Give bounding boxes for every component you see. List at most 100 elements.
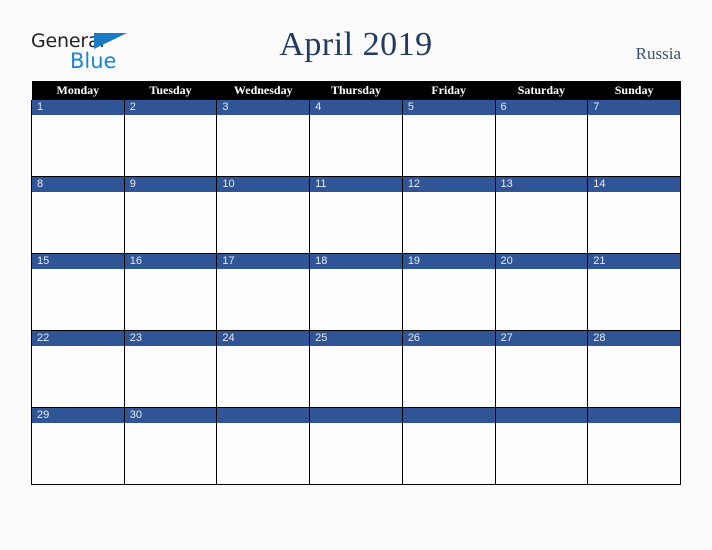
day-note-area[interactable] [125, 192, 217, 253]
calendar-day-cell[interactable]: 8 [31, 176, 125, 254]
day-number: 13 [495, 177, 588, 192]
day-number: 29 [32, 408, 124, 423]
calendar-day-cell[interactable]: 2 [123, 100, 218, 177]
day-note-area[interactable] [403, 423, 495, 484]
day-note-area[interactable] [125, 115, 217, 176]
day-number: 28 [588, 331, 680, 346]
day-note-area[interactable] [125, 423, 217, 484]
day-number: 23 [124, 331, 217, 346]
day-number [588, 408, 680, 423]
calendar-day-cell[interactable]: 3 [216, 100, 311, 177]
page-header: General Blue April 2019 Russia [0, 0, 712, 80]
day-note-area[interactable] [310, 192, 402, 253]
weekday-header-saturday: Saturday [495, 81, 588, 100]
day-note-area[interactable] [32, 423, 124, 484]
day-note-area[interactable] [588, 423, 680, 484]
calendar-day-cell[interactable]: 28 [587, 330, 681, 408]
calendar-day-cell[interactable]: 9 [123, 176, 218, 254]
day-note-area[interactable] [588, 192, 680, 253]
day-number: 12 [402, 177, 495, 192]
calendar-day-cell[interactable]: 6 [494, 100, 589, 177]
calendar-day-cell[interactable]: 29 [31, 407, 125, 485]
day-number [310, 408, 402, 423]
calendar-day-cell-empty[interactable] [309, 407, 403, 485]
day-note-area[interactable] [403, 269, 495, 330]
weekday-header-row: Monday Tuesday Wednesday Thursday Friday… [31, 81, 681, 100]
day-note-area[interactable] [32, 346, 124, 407]
day-note-area[interactable] [403, 115, 495, 176]
calendar-day-cell[interactable]: 13 [494, 176, 589, 254]
day-note-area[interactable] [32, 115, 124, 176]
day-number: 21 [588, 254, 680, 269]
calendar-day-cell[interactable]: 16 [123, 253, 218, 331]
day-note-area[interactable] [217, 115, 309, 176]
calendar-week-row: 8 9 10 11 12 13 14 [31, 176, 681, 254]
calendar-day-cell[interactable]: 15 [31, 253, 125, 331]
calendar-day-cell[interactable]: 11 [309, 176, 403, 254]
calendar-day-cell[interactable]: 10 [216, 176, 311, 254]
calendar-day-cell-empty[interactable] [587, 407, 681, 485]
day-note-area[interactable] [496, 115, 588, 176]
calendar-week-row: 22 23 24 25 26 27 28 [31, 330, 681, 408]
day-note-area[interactable] [496, 269, 588, 330]
day-note-area[interactable] [310, 115, 402, 176]
calendar-day-cell[interactable]: 22 [31, 330, 125, 408]
calendar-day-cell[interactable]: 23 [123, 330, 218, 408]
day-number: 10 [217, 177, 310, 192]
day-number: 20 [495, 254, 588, 269]
calendar-day-cell[interactable]: 17 [216, 253, 311, 331]
calendar-day-cell-empty[interactable] [494, 407, 589, 485]
calendar-day-cell[interactable]: 26 [401, 330, 496, 408]
day-note-area[interactable] [217, 192, 309, 253]
calendar-day-cell[interactable]: 5 [401, 100, 496, 177]
calendar-day-cell[interactable]: 30 [123, 407, 218, 485]
day-note-area[interactable] [496, 346, 588, 407]
day-note-area[interactable] [310, 346, 402, 407]
calendar-day-cell[interactable]: 14 [587, 176, 681, 254]
weekday-header-wednesday: Wednesday [216, 81, 310, 100]
day-note-area[interactable] [496, 192, 588, 253]
calendar-day-cell[interactable]: 20 [494, 253, 589, 331]
day-note-area[interactable] [588, 269, 680, 330]
calendar-day-cell[interactable]: 21 [587, 253, 681, 331]
day-number: 19 [402, 254, 495, 269]
day-note-area[interactable] [403, 192, 495, 253]
page-title: April 2019 [279, 26, 433, 63]
calendar-day-cell-empty[interactable] [216, 407, 311, 485]
calendar-day-cell[interactable]: 25 [309, 330, 403, 408]
day-number: 4 [310, 100, 402, 115]
day-note-area[interactable] [125, 346, 217, 407]
calendar-day-cell[interactable]: 18 [309, 253, 403, 331]
day-number: 30 [124, 408, 217, 423]
day-note-area[interactable] [32, 192, 124, 253]
day-note-area[interactable] [588, 115, 680, 176]
calendar-week-row: 29 30 [31, 407, 681, 485]
calendar-day-cell-empty[interactable] [401, 407, 496, 485]
calendar-day-cell[interactable]: 27 [494, 330, 589, 408]
day-number: 2 [124, 100, 217, 115]
day-number: 8 [32, 177, 124, 192]
day-note-area[interactable] [496, 423, 588, 484]
day-number: 24 [217, 331, 310, 346]
day-note-area[interactable] [588, 346, 680, 407]
weekday-header-monday: Monday [31, 81, 125, 100]
day-note-area[interactable] [217, 269, 309, 330]
day-number: 27 [495, 331, 588, 346]
day-number: 17 [217, 254, 310, 269]
day-number: 6 [495, 100, 588, 115]
day-number: 7 [588, 100, 680, 115]
day-note-area[interactable] [217, 423, 309, 484]
day-note-area[interactable] [32, 269, 124, 330]
day-note-area[interactable] [310, 423, 402, 484]
day-note-area[interactable] [217, 346, 309, 407]
calendar-day-cell[interactable]: 7 [587, 100, 681, 177]
day-note-area[interactable] [310, 269, 402, 330]
calendar-day-cell[interactable]: 12 [401, 176, 496, 254]
day-note-area[interactable] [403, 346, 495, 407]
calendar-day-cell[interactable]: 24 [216, 330, 311, 408]
calendar-day-cell[interactable]: 4 [309, 100, 403, 177]
calendar-day-cell[interactable]: 1 [31, 100, 125, 177]
day-note-area[interactable] [125, 269, 217, 330]
day-number: 11 [310, 177, 402, 192]
calendar-day-cell[interactable]: 19 [401, 253, 496, 331]
